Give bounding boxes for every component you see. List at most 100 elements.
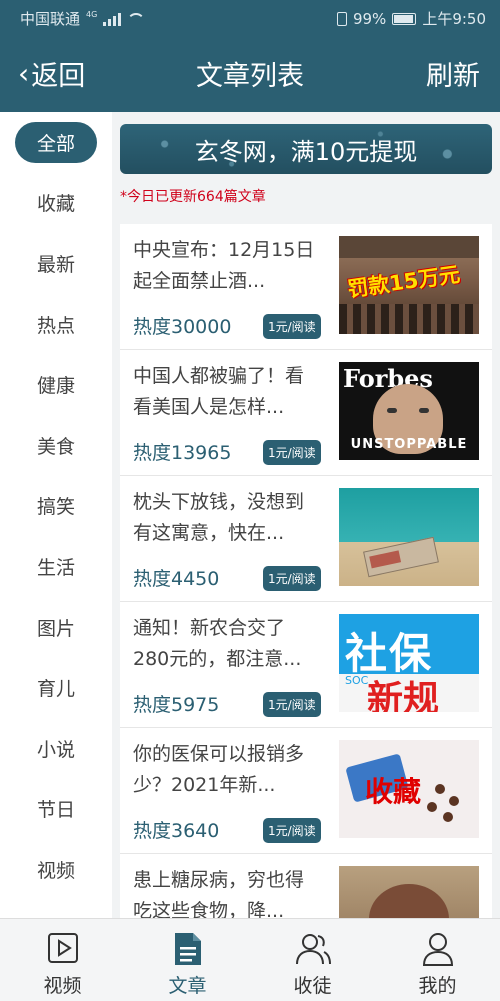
refresh-button[interactable]: 刷新 bbox=[426, 54, 480, 93]
article-hot: 热度5975 bbox=[133, 694, 220, 716]
thumbnail-subcaption: UNSTOPPABLE bbox=[350, 437, 468, 452]
sidebar-item-pictures[interactable]: 图片 bbox=[0, 597, 112, 658]
battery-percent: 99% bbox=[352, 9, 387, 28]
article-item[interactable]: 枕头下放钱，没想到有这寓意，快在... 热度4450 1元/阅读 bbox=[120, 476, 492, 602]
article-item[interactable]: 中央宣布：12月15日起全面禁止酒... 热度30000 1元/阅读 罚款15万… bbox=[120, 224, 492, 350]
sidebar-item-hot[interactable]: 热点 bbox=[0, 294, 112, 355]
sidebar-item-favorites[interactable]: 收藏 bbox=[0, 173, 112, 234]
sidebar-item-health[interactable]: 健康 bbox=[0, 354, 112, 415]
article-hot: 热度3640 bbox=[133, 820, 220, 842]
thumbnail-pill bbox=[435, 784, 445, 794]
nav-profile-label: 我的 bbox=[418, 975, 457, 997]
article-title: 你的医保可以报销多少？2021年新... bbox=[133, 743, 305, 796]
thumbnail-cash bbox=[363, 536, 439, 578]
nav-video[interactable]: 视频 bbox=[0, 919, 125, 1001]
sidebar-item-label: 生活 bbox=[36, 556, 75, 579]
sidebar-item-label: 节日 bbox=[36, 799, 75, 822]
sidebar-item-label: 视频 bbox=[36, 859, 75, 882]
thumbnail-roof bbox=[339, 236, 479, 258]
price-badge: 1元/阅读 bbox=[263, 818, 321, 843]
sidebar-item-festival[interactable]: 节日 bbox=[0, 779, 112, 840]
article-list: 中央宣布：12月15日起全面禁止酒... 热度30000 1元/阅读 罚款15万… bbox=[120, 224, 492, 918]
chevron-left-icon: ‹ bbox=[18, 57, 30, 90]
article-thumbnail bbox=[339, 488, 479, 586]
network-type: 4G bbox=[86, 10, 98, 19]
sidebar-item-label: 育儿 bbox=[36, 678, 75, 701]
nav-article-label: 文章 bbox=[168, 975, 207, 997]
sidebar-item-parenting[interactable]: 育儿 bbox=[0, 657, 112, 718]
wifi-icon bbox=[127, 12, 146, 25]
signal-icon bbox=[103, 12, 122, 26]
thumbnail-caption: 收藏 bbox=[365, 775, 422, 808]
article-item[interactable]: 患上糖尿病，穷也得吃这些食物，降... bbox=[120, 854, 492, 918]
article-title: 中国人都被骗了！看看美国人是怎样... bbox=[133, 365, 305, 418]
thumbnail-food bbox=[369, 884, 449, 918]
price-badge: 1元/阅读 bbox=[263, 440, 321, 465]
thumbnail-pill bbox=[427, 802, 437, 812]
article-item[interactable]: 你的医保可以报销多少？2021年新... 热度3640 1元/阅读 收藏 bbox=[120, 728, 492, 854]
nav-apprentice[interactable]: 收徒 bbox=[250, 919, 375, 1001]
nav-apprentice-label: 收徒 bbox=[293, 975, 332, 997]
sidebar-item-label: 健康 bbox=[36, 375, 75, 398]
price-badge: 1元/阅读 bbox=[263, 692, 321, 717]
nav-video-label: 视频 bbox=[43, 975, 82, 997]
nav-profile[interactable]: 我的 bbox=[375, 919, 500, 1001]
sidebar-item-all[interactable]: 全部 bbox=[0, 112, 112, 173]
battery-icon bbox=[392, 12, 417, 25]
article-title: 通知！新农合交了280元的，都注意... bbox=[133, 617, 302, 670]
sidebar-item-label: 最新 bbox=[36, 253, 75, 276]
thumbnail-pill bbox=[449, 796, 459, 806]
article-hot: 热度13965 bbox=[133, 442, 232, 464]
bottom-navigation: 视频 文章 收徒 我的 bbox=[0, 918, 500, 1001]
sidebar-item-food[interactable]: 美食 bbox=[0, 415, 112, 476]
status-bar: 中国联通 4G 99% 上午9:50 bbox=[0, 0, 500, 36]
app-header: ‹ 返回 文章列表 刷新 bbox=[0, 36, 500, 112]
carrier-name: 中国联通 bbox=[20, 10, 81, 28]
sidebar-item-label: 热点 bbox=[36, 314, 75, 337]
article-title: 中央宣布：12月15日起全面禁止酒... bbox=[133, 239, 315, 292]
article-hot: 热度4450 bbox=[133, 568, 220, 590]
sidebar-item-video[interactable]: 视频 bbox=[0, 839, 112, 900]
thumbnail-pill bbox=[443, 812, 453, 822]
sidebar-item-label: 小说 bbox=[36, 738, 75, 761]
thumbnail-caption: 罚款15万元 bbox=[346, 262, 462, 302]
article-title: 患上糖尿病，穷也得吃这些食物，降... bbox=[133, 869, 305, 918]
category-sidebar: 全部 收藏 最新 热点 健康 美食 搞笑 生活 图片 育儿 小说 节日 视频 bbox=[0, 112, 112, 918]
article-hot: 热度30000 bbox=[133, 316, 232, 338]
article-thumbnail: 收藏 bbox=[339, 740, 479, 838]
price-badge: 1元/阅读 bbox=[263, 566, 321, 591]
update-notice: *今日已更新664篇文章 bbox=[120, 189, 266, 205]
price-badge: 1元/阅读 bbox=[263, 314, 321, 339]
article-item[interactable]: 通知！新农合交了280元的，都注意... 热度5975 1元/阅读 社保 SOC… bbox=[120, 602, 492, 728]
profile-icon bbox=[422, 933, 453, 966]
back-button[interactable]: ‹ 返回 bbox=[18, 54, 85, 93]
thumbnail-subcaption: 新规 bbox=[367, 679, 440, 712]
vibrate-icon bbox=[336, 11, 347, 26]
sidebar-item-funny[interactable]: 搞笑 bbox=[0, 476, 112, 537]
sidebar-item-label: 全部 bbox=[14, 121, 97, 163]
sidebar-item-novel[interactable]: 小说 bbox=[0, 718, 112, 779]
clock: 上午9:50 bbox=[422, 10, 486, 28]
back-label: 返回 bbox=[31, 61, 86, 92]
article-thumbnail: 罚款15万元 bbox=[339, 236, 479, 334]
article-thumbnail: 社保 SOC 新规 bbox=[339, 614, 479, 712]
thumbnail-small-text: SOC bbox=[345, 674, 369, 687]
sidebar-item-label: 搞笑 bbox=[36, 496, 75, 519]
article-thumbnail bbox=[339, 866, 479, 918]
sidebar-item-life[interactable]: 生活 bbox=[0, 536, 112, 597]
article-content: 玄冬网，满10元提现 *今日已更新664篇文章 中央宣布：12月15日起全面禁止… bbox=[112, 112, 500, 918]
article-thumbnail: Forbes UNSTOPPABLE bbox=[339, 362, 479, 460]
article-title: 枕头下放钱，没想到有这寓意，快在... bbox=[133, 491, 305, 544]
nav-article[interactable]: 文章 bbox=[125, 919, 250, 1001]
sidebar-item-label: 收藏 bbox=[36, 193, 75, 216]
sidebar-item-label: 图片 bbox=[36, 617, 75, 640]
video-icon bbox=[47, 933, 78, 963]
article-icon bbox=[174, 933, 201, 965]
sidebar-item-label: 美食 bbox=[36, 435, 75, 458]
article-item[interactable]: 中国人都被骗了！看看美国人是怎样... 热度13965 1元/阅读 Forbes… bbox=[120, 350, 492, 476]
apprentice-icon bbox=[295, 934, 331, 965]
promo-banner-text: 玄冬网，满10元提现 bbox=[194, 137, 418, 166]
promo-banner[interactable]: 玄冬网，满10元提现 bbox=[120, 124, 492, 174]
sidebar-item-latest[interactable]: 最新 bbox=[0, 233, 112, 294]
thumbnail-crowd bbox=[339, 304, 479, 334]
